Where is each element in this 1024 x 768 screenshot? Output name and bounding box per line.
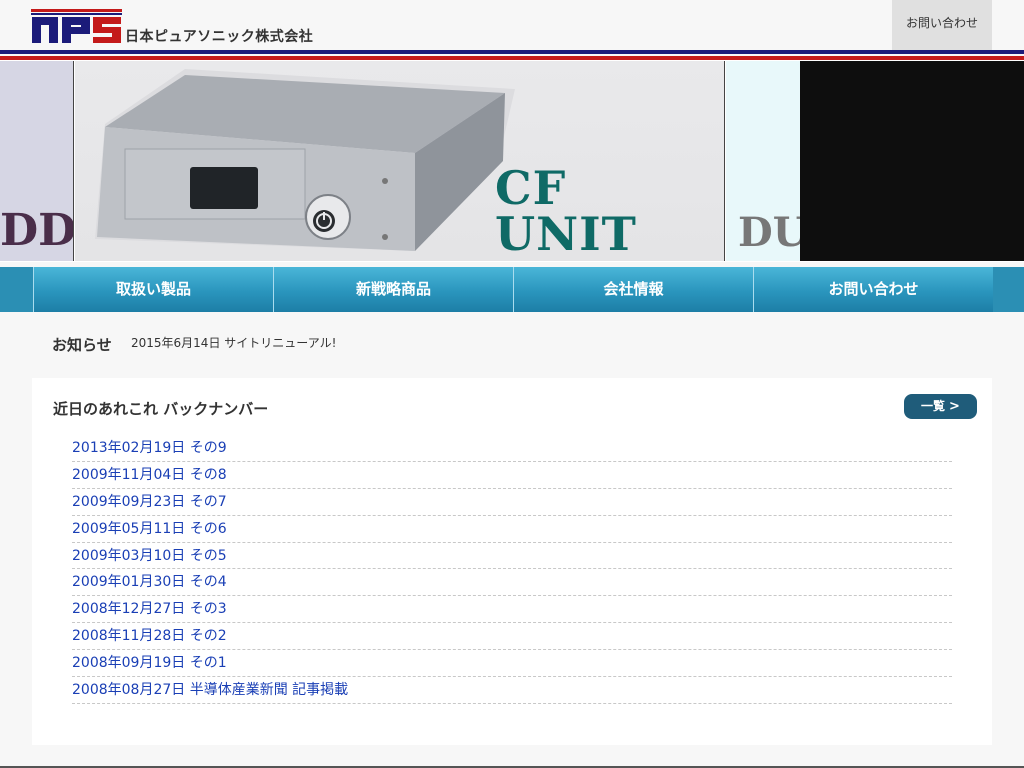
banner-slide-current[interactable]: CF UNIT — [75, 61, 725, 261]
notice-text: 2015年6月14日 サイトリニューアル! — [131, 336, 337, 350]
list-item: 2008年09月19日 その1 — [72, 650, 952, 678]
company-name: 日本ピュアソニック株式会社 — [125, 29, 314, 45]
list-item: 2013年02月19日 その9 — [72, 435, 952, 462]
banner-slide-next-text: DU — [738, 209, 800, 256]
backnumber-list: 2013年02月19日 その9 2009年11月04日 その8 2009年09月… — [72, 435, 952, 704]
backnumber-link[interactable]: 2009年01月30日 その4 — [72, 574, 227, 590]
cf-unit-device-image — [95, 69, 515, 251]
backnumber-link[interactable]: 2009年11月04日 その8 — [72, 467, 227, 483]
list-item: 2009年05月11日 その6 — [72, 516, 952, 543]
backnumber-panel: 近日のあれこれ バックナンバー 一覧 > 2013年02月19日 その9 2009… — [32, 378, 992, 745]
list-item: 2009年11月04日 その8 — [72, 462, 952, 489]
nps-logo-icon[interactable] — [31, 9, 122, 44]
nav-item-new-strategy[interactable]: 新戦略商品 — [273, 267, 513, 312]
backnumber-link[interactable]: 2008年09月19日 その1 — [72, 655, 227, 671]
backnumber-link[interactable]: 2009年05月11日 その6 — [72, 521, 227, 537]
banner-title: CF UNIT — [495, 161, 637, 261]
list-item: 2009年03月10日 その5 — [72, 543, 952, 570]
site-header: 日本ピュアソニック株式会社 お問い合わせ — [0, 0, 1024, 50]
backnumber-link[interactable]: 2009年03月10日 その5 — [72, 548, 227, 564]
list-all-button[interactable]: 一覧 > — [904, 394, 977, 419]
backnumber-link[interactable]: 2009年09月23日 その7 — [72, 494, 227, 510]
list-all-button-label: 一覧 — [921, 399, 946, 413]
nav-item-products[interactable]: 取扱い製品 — [33, 267, 273, 312]
banner-slide-next[interactable]: DU — [726, 61, 800, 261]
banner-slider: DD CF UNIT DU — [0, 60, 1024, 262]
backnumber-link[interactable]: 2008年08月27日 半導体産業新聞 記事掲載 — [72, 682, 348, 698]
banner-slide-prev-text: DD — [0, 205, 74, 256]
header-contact-button[interactable]: お問い合わせ — [892, 0, 992, 50]
nav-item-company[interactable]: 会社情報 — [513, 267, 753, 312]
list-item: 2008年11月28日 その2 — [72, 623, 952, 651]
chevron-right-icon: > — [949, 399, 960, 414]
nav-item-contact[interactable]: お問い合わせ — [753, 267, 993, 312]
list-item: 2008年08月27日 半導体産業新聞 記事掲載 — [72, 677, 952, 704]
backnumber-link[interactable]: 2008年12月27日 その3 — [72, 601, 227, 617]
banner-slide-prev[interactable]: DD — [0, 61, 74, 261]
header-stripe-blue — [0, 50, 1024, 54]
list-item: 2008年12月27日 その3 — [72, 596, 952, 624]
banner-slide-dark — [800, 61, 1024, 261]
list-item: 2009年01月30日 その4 — [72, 569, 952, 597]
backnumber-title: 近日のあれこれ バックナンバー — [53, 400, 269, 418]
main-nav: 取扱い製品 新戦略商品 会社情報 お問い合わせ — [0, 267, 1024, 312]
backnumber-link[interactable]: 2013年02月19日 その9 — [72, 440, 227, 456]
list-item: 2009年09月23日 その7 — [72, 489, 952, 516]
backnumber-link[interactable]: 2008年11月28日 その2 — [72, 628, 227, 644]
notice-label: お知らせ — [52, 336, 112, 354]
